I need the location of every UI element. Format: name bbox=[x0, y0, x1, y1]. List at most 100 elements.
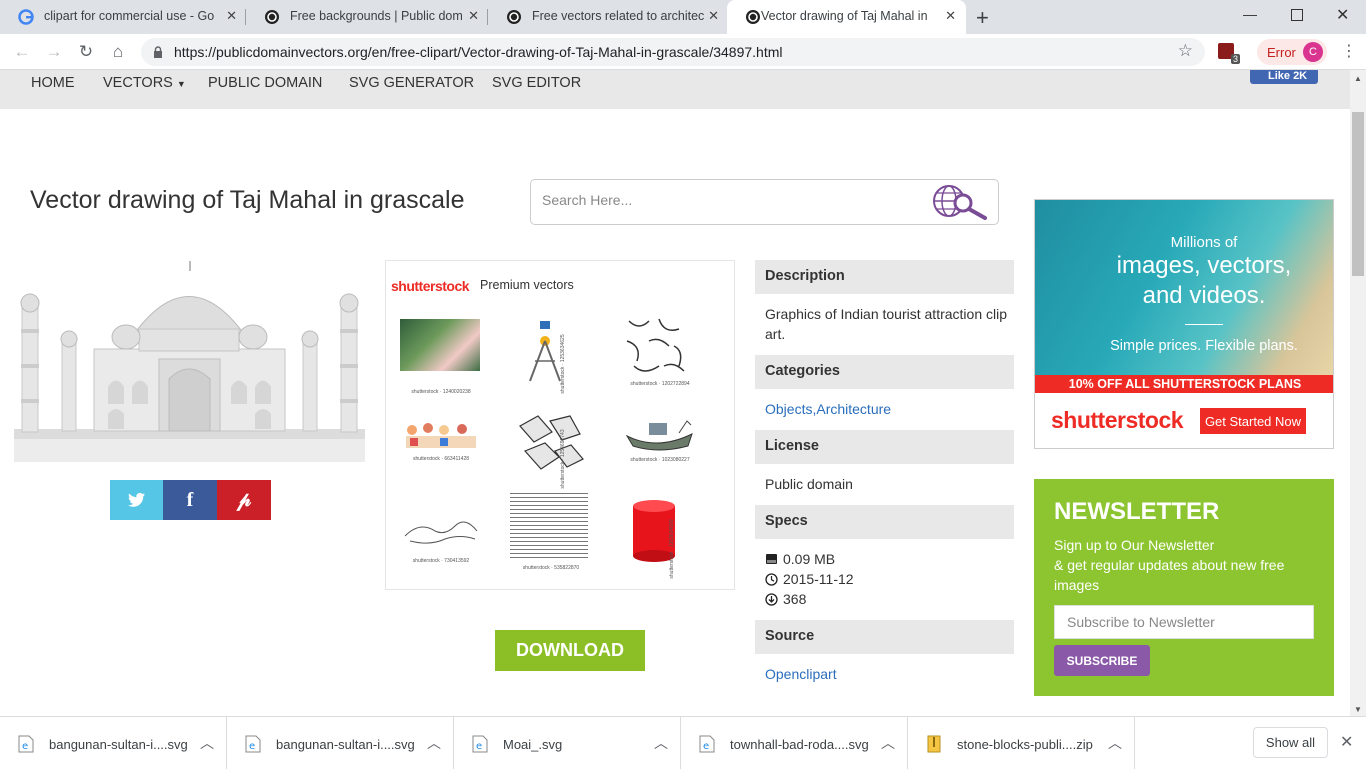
nav-public-domain[interactable]: PUBLIC DOMAIN bbox=[208, 75, 322, 91]
scrollbar-thumb[interactable] bbox=[1352, 112, 1364, 276]
ad-get-started-button[interactable]: Get Started Now bbox=[1200, 408, 1306, 434]
categories-heading: Categories bbox=[755, 355, 1014, 389]
download-button[interactable]: DOWNLOAD bbox=[495, 630, 645, 671]
minimize-icon[interactable]: — bbox=[1243, 6, 1257, 22]
profile-error-chip[interactable]: Error C bbox=[1257, 39, 1327, 65]
thumbnail-cartoon-people[interactable]: shutterstock · 663411428 bbox=[400, 418, 482, 492]
thumb-caption: shutterstock · 1202722894 bbox=[630, 381, 690, 387]
share-pinterest-button[interactable]: 𝓅 bbox=[217, 480, 271, 520]
subscribe-button[interactable]: SUBSCRIBE bbox=[1054, 645, 1150, 676]
description-heading: Description bbox=[755, 260, 1014, 294]
chevron-up-icon[interactable]: ︿ bbox=[654, 733, 668, 753]
thumbnail-red-cylinder[interactable]: shutterstock · 1253634599 bbox=[619, 496, 701, 579]
new-tab-plus-icon[interactable]: + bbox=[976, 5, 989, 31]
ie-file-icon: e bbox=[18, 735, 34, 753]
download-item[interactable]: e bangunan-sultan-i....svg ︿ bbox=[227, 717, 454, 769]
url-text: https://publicdomainvectors.org/en/free-… bbox=[174, 44, 783, 60]
scroll-down-arrow-icon[interactable]: ▼ bbox=[1354, 705, 1362, 714]
specs-heading: Specs bbox=[755, 505, 1014, 539]
ie-file-icon: e bbox=[245, 735, 261, 753]
show-all-downloads-button[interactable]: Show all bbox=[1253, 727, 1328, 758]
nav-svg-editor[interactable]: SVG EDITOR bbox=[492, 75, 581, 91]
thumbnail-compass[interactable]: shutterstock · 1253634625 bbox=[510, 311, 592, 394]
tab-title: Vector drawing of Taj Mahal in gr bbox=[761, 9, 931, 23]
address-bar[interactable]: https://publicdomainvectors.org/en/free-… bbox=[141, 38, 1205, 66]
close-icon[interactable]: ✕ bbox=[468, 8, 479, 24]
spec-date: 2015-11-12 bbox=[765, 569, 1010, 589]
ad-copy: Millions of images, vectors, and videos.… bbox=[1035, 234, 1333, 354]
nav-vectors-label: VECTORS bbox=[103, 75, 173, 91]
svg-text:e: e bbox=[22, 741, 28, 752]
thumbnail-arrows[interactable]: shutterstock · 1202722894 bbox=[619, 311, 701, 387]
home-icon[interactable]: ⌂ bbox=[108, 42, 128, 62]
ad-shutterstock-logo: shutterstock bbox=[1051, 407, 1184, 433]
chevron-up-icon[interactable]: ︿ bbox=[881, 733, 895, 753]
download-filename: stone-blocks-publi....zip bbox=[957, 737, 1093, 752]
thumbnail-doodle-sheet[interactable]: shutterstock · 535822870 bbox=[510, 491, 592, 571]
chevron-up-icon[interactable]: ︿ bbox=[427, 733, 441, 753]
reload-icon[interactable]: ↻ bbox=[76, 42, 96, 62]
nav-home[interactable]: HOME bbox=[31, 75, 75, 91]
spec-date-value: 2015-11-12 bbox=[783, 571, 854, 587]
shutterstock-ad-banner[interactable]: Millions of images, vectors, and videos.… bbox=[1034, 199, 1334, 449]
source-link[interactable]: Openclipart bbox=[765, 664, 1010, 684]
tab-google-search[interactable]: clipart for commercial use - Goog ✕ bbox=[0, 0, 245, 34]
thumbnail-boat[interactable]: shutterstock · 1023080227 bbox=[619, 411, 701, 485]
newsletter-description: Sign up to Our Newsletter & get regular … bbox=[1054, 535, 1324, 595]
lock-icon bbox=[154, 46, 162, 58]
chevron-up-icon[interactable]: ︿ bbox=[1108, 733, 1122, 753]
close-icon[interactable]: ✕ bbox=[945, 8, 956, 24]
thumb-caption: shutterstock · 1254692743 bbox=[560, 429, 566, 489]
license-heading: License bbox=[755, 430, 1014, 464]
categories-link[interactable]: Objects,Architecture bbox=[765, 399, 1010, 419]
download-item[interactable]: e bangunan-sultan-i....svg ︿ bbox=[0, 717, 227, 769]
scroll-up-arrow-icon[interactable]: ▲ bbox=[1354, 74, 1362, 83]
restore-icon[interactable] bbox=[1291, 9, 1303, 21]
newsletter-desc-line2: & get regular updates about new free ima… bbox=[1054, 557, 1285, 593]
share-facebook-button[interactable]: f bbox=[163, 480, 217, 520]
specs-list: 0.09 MB 2015-11-12 368 bbox=[765, 549, 1010, 609]
page-title: Vector drawing of Taj Mahal in grascale bbox=[30, 186, 465, 214]
taj-mahal-preview-image[interactable] bbox=[14, 259, 365, 462]
newsletter-box: NEWSLETTER Sign up to Our Newsletter & g… bbox=[1034, 479, 1334, 696]
page-scrollbar[interactable]: ▲ ▼ bbox=[1350, 70, 1366, 716]
star-bookmark-icon[interactable]: ☆ bbox=[1178, 41, 1193, 61]
thumbnail-tropical-leaves[interactable]: shutterstock · 1240020238 bbox=[400, 319, 482, 395]
svg-text:e: e bbox=[476, 741, 482, 752]
download-item[interactable]: stone-blocks-publi....zip ︿ bbox=[908, 717, 1135, 769]
share-twitter-button[interactable] bbox=[110, 480, 163, 520]
download-item[interactable]: e Moai_.svg ︿ bbox=[454, 717, 681, 769]
spec-size-value: 0.09 MB bbox=[783, 551, 836, 567]
tab-architecture[interactable]: Free vectors related to architectu ✕ bbox=[488, 0, 727, 34]
nav-svg-generator[interactable]: SVG GENERATOR bbox=[349, 75, 474, 91]
shutterstock-logo[interactable]: shutterstock bbox=[391, 278, 470, 294]
forward-arrow-icon[interactable]: → bbox=[44, 42, 64, 62]
newsletter-email-input[interactable] bbox=[1054, 605, 1314, 639]
zip-file-icon bbox=[927, 735, 941, 753]
nav-vectors[interactable]: VECTORS ▼ bbox=[103, 75, 186, 91]
chevron-up-icon[interactable]: ︿ bbox=[200, 733, 214, 753]
thumbnail-stone-blocks[interactable]: shutterstock · 1254692743 bbox=[510, 406, 592, 489]
close-icon[interactable]: ✕ bbox=[708, 8, 719, 24]
svg-text:e: e bbox=[703, 741, 709, 752]
ad-line3: and videos. bbox=[1142, 282, 1266, 309]
download-filename: bangunan-sultan-i....svg bbox=[276, 737, 415, 752]
facebook-like-button[interactable]: Like 2K bbox=[1250, 70, 1318, 84]
window-close-icon[interactable]: ✕ bbox=[1336, 5, 1349, 25]
download-item[interactable]: e townhall-bad-roda....svg ︿ bbox=[681, 717, 908, 769]
search-globe-icon[interactable] bbox=[931, 183, 989, 221]
close-icon[interactable]: ✕ bbox=[226, 8, 237, 24]
thumbnail-hands-sketch[interactable]: shutterstock · 730413592 bbox=[400, 506, 482, 580]
ad-line2: images, vectors, bbox=[1116, 252, 1292, 279]
close-downloads-bar-icon[interactable]: ✕ bbox=[1340, 732, 1353, 752]
tab-backgrounds[interactable]: Free backgrounds | Public domai ✕ bbox=[246, 0, 487, 34]
tab-title: Free backgrounds | Public domai bbox=[290, 9, 462, 23]
extension-ublock-icon[interactable]: 3 bbox=[1218, 43, 1240, 64]
thumb-caption: shutterstock · 730413592 bbox=[412, 558, 470, 564]
download-filename: Moai_.svg bbox=[503, 737, 563, 752]
kebab-menu-icon[interactable]: ⋮ bbox=[1341, 41, 1357, 61]
back-arrow-icon[interactable]: ← bbox=[12, 42, 32, 62]
profile-status: Error bbox=[1267, 44, 1296, 60]
tab-taj-mahal-active[interactable]: Vector drawing of Taj Mahal in gr ✕ bbox=[727, 0, 966, 34]
search-input[interactable] bbox=[542, 192, 922, 208]
